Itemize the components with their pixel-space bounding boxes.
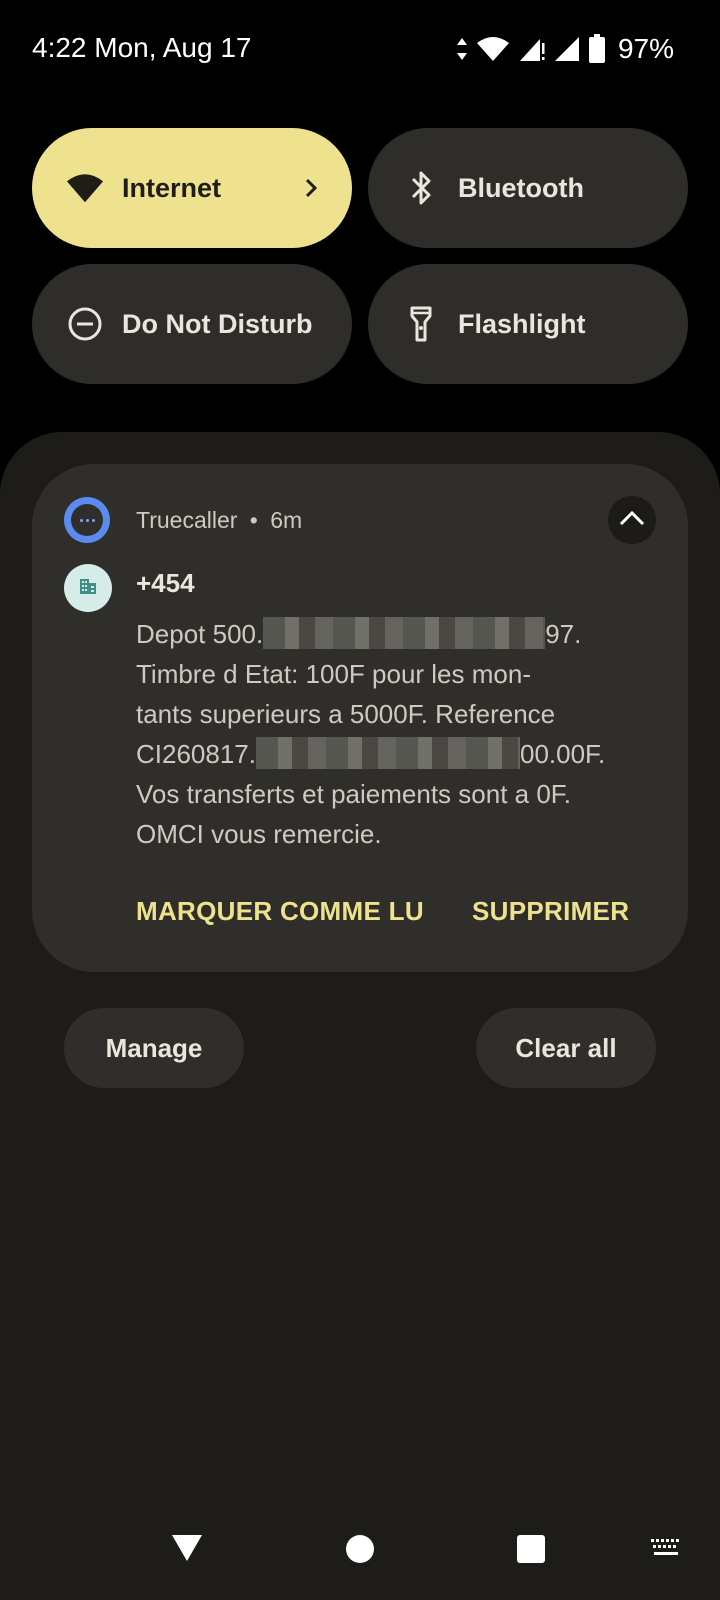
message-line: CI260817. 00.00F. bbox=[136, 737, 606, 769]
recents-square-icon bbox=[516, 1534, 546, 1569]
flashlight-icon bbox=[402, 305, 440, 343]
tile-do-not-disturb[interactable]: Do Not Disturb bbox=[32, 264, 352, 384]
tile-internet[interactable]: Internet bbox=[32, 128, 352, 248]
nav-home-button[interactable] bbox=[335, 1530, 385, 1572]
home-circle-icon bbox=[345, 1534, 375, 1569]
mark-as-read-button[interactable]: MARQUER COMME LU bbox=[136, 896, 424, 927]
tile-label: Bluetooth bbox=[458, 172, 584, 203]
sender-avatar bbox=[64, 564, 112, 612]
status-time-date: 4:22 Mon, Aug 17 bbox=[32, 32, 252, 63]
redacted-block bbox=[255, 737, 520, 769]
clear-all-button[interactable]: Clear all bbox=[476, 1008, 656, 1088]
chevron-right-icon bbox=[302, 170, 322, 206]
sender-name: +454 bbox=[136, 568, 195, 598]
header-separator: • bbox=[249, 507, 258, 533]
signal-icon bbox=[554, 35, 580, 63]
delete-button[interactable]: SUPPRIMER bbox=[472, 896, 629, 927]
redacted-block bbox=[263, 617, 546, 649]
tile-label: Internet bbox=[122, 172, 222, 203]
wifi-icon bbox=[66, 169, 104, 207]
keyboard-switcher-button[interactable] bbox=[646, 1530, 686, 1570]
keyboard-icon bbox=[650, 1537, 682, 1564]
status-icons: 97% bbox=[456, 32, 674, 66]
wifi-icon bbox=[476, 36, 510, 62]
signal-alert-icon bbox=[518, 35, 546, 63]
bluetooth-icon bbox=[402, 169, 440, 207]
data-arrows-icon bbox=[456, 36, 468, 62]
battery-icon bbox=[588, 34, 606, 64]
status-bar: 4:22 Mon, Aug 17 97% bbox=[0, 0, 720, 100]
message-body: Depot 500. 97. Timbre d Etat: 100F pour l… bbox=[136, 614, 656, 854]
tile-label: Do Not Disturb bbox=[122, 308, 313, 339]
message-line: Vos transferts et paiements sont a 0F. bbox=[136, 779, 572, 809]
do-not-disturb-icon bbox=[66, 305, 104, 343]
nav-back-button[interactable] bbox=[162, 1530, 212, 1570]
truecaller-app-icon bbox=[64, 497, 110, 543]
collapse-notification-button[interactable] bbox=[608, 496, 656, 544]
nav-recents-button[interactable] bbox=[506, 1530, 556, 1572]
back-triangle-icon bbox=[170, 1533, 204, 1568]
notification-header: Truecaller • 6m bbox=[136, 507, 302, 534]
message-line: tants superieurs a 5000F. Reference bbox=[136, 699, 556, 729]
message-line: Timbre d Etat: 100F pour les mon- bbox=[136, 659, 531, 689]
chevron-up-icon bbox=[617, 508, 647, 533]
message-line: OMCI vous remercie. bbox=[136, 819, 382, 849]
tile-flashlight[interactable]: Flashlight bbox=[368, 264, 688, 384]
tile-bluetooth[interactable]: Bluetooth bbox=[368, 128, 688, 248]
business-icon bbox=[77, 575, 99, 602]
notification-time: 6m bbox=[270, 507, 303, 533]
app-name: Truecaller bbox=[136, 507, 238, 533]
tile-label: Flashlight bbox=[458, 308, 586, 339]
battery-percentage: 97% bbox=[617, 33, 674, 64]
message-line: Depot 500. 97. bbox=[136, 617, 582, 649]
manage-button[interactable]: Manage bbox=[64, 1008, 244, 1088]
